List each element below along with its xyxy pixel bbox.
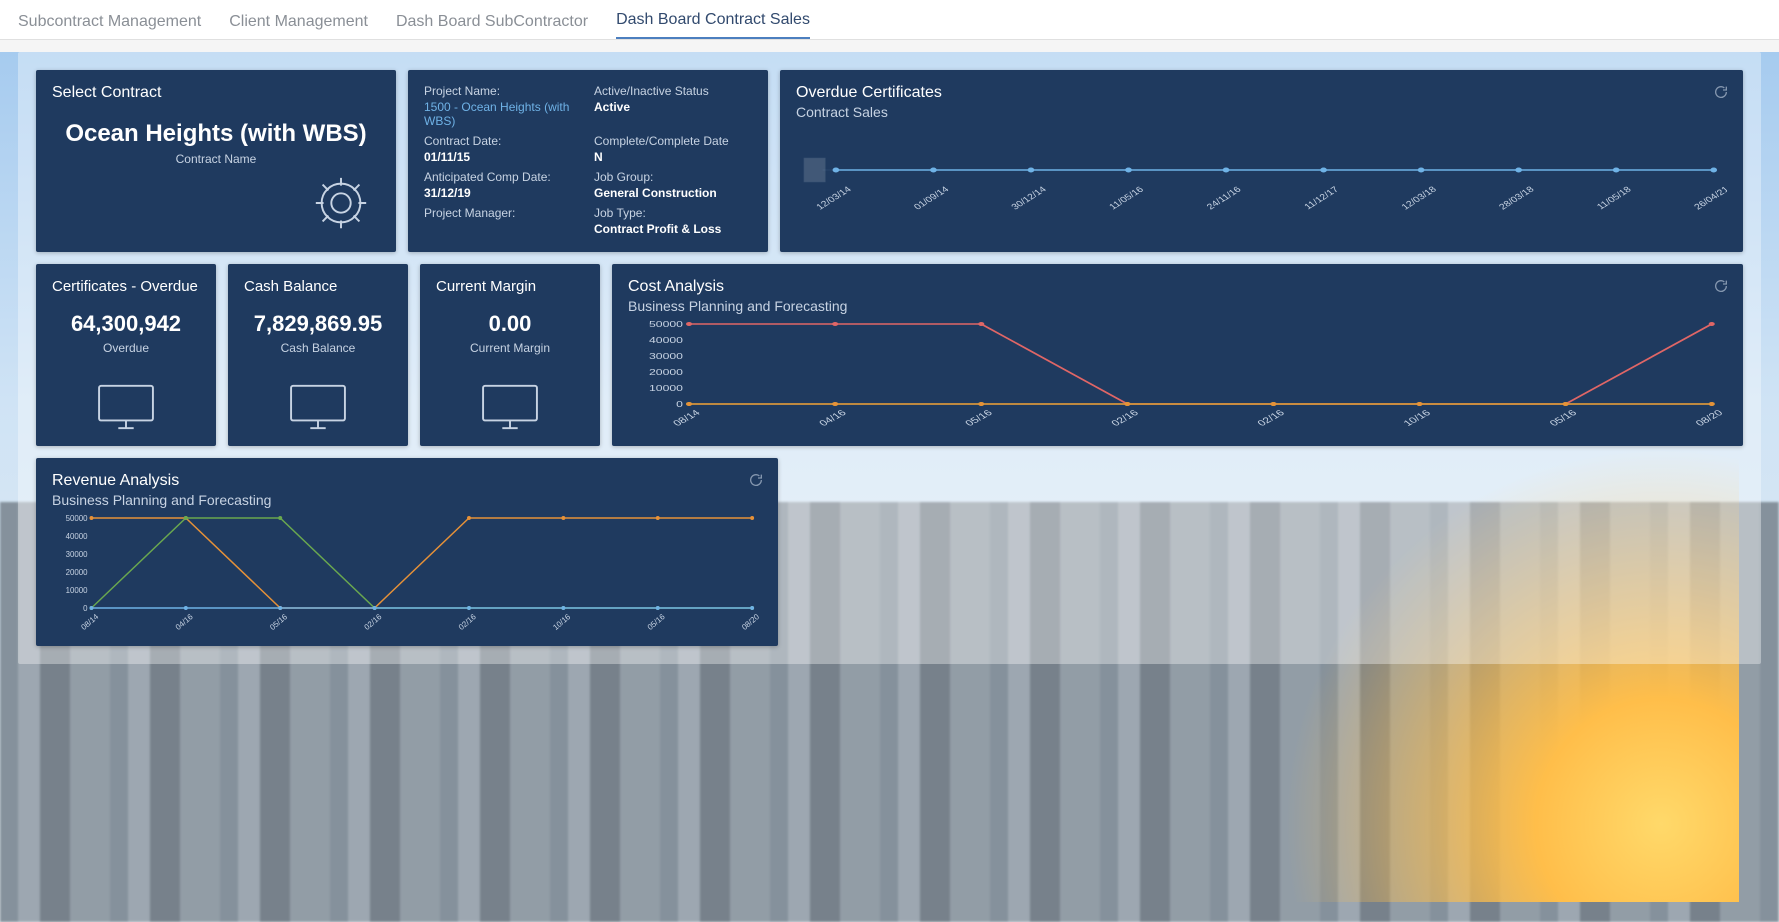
job-type-label: Job Type: — [594, 206, 752, 220]
overdue-cert-subtitle: Contract Sales — [796, 104, 1727, 120]
svg-text:12/03/14: 12/03/14 — [814, 184, 854, 211]
revenue-analysis-chart: 0 10000 20000 30000 40000 50000 08/14 04/16 05/1… — [52, 514, 762, 634]
revenue-subtitle: Business Planning and Forecasting — [52, 492, 762, 508]
contract-name-label: Contract Name — [52, 152, 380, 166]
svg-text:10/16: 10/16 — [551, 612, 572, 632]
svg-text:04/16: 04/16 — [174, 612, 195, 632]
svg-text:10000: 10000 — [649, 385, 683, 394]
svg-text:40000: 40000 — [66, 532, 88, 541]
svg-text:05/16: 05/16 — [963, 409, 995, 429]
select-contract-card[interactable]: Select Contract Ocean Heights (with WBS)… — [36, 70, 396, 252]
svg-text:05/16: 05/16 — [646, 612, 667, 632]
kpi-overdue-sub: Overdue — [52, 341, 200, 355]
gear-icon[interactable] — [310, 172, 372, 234]
svg-text:30/12/14: 30/12/14 — [1009, 184, 1049, 211]
svg-text:10000: 10000 — [66, 586, 88, 595]
svg-text:30000: 30000 — [649, 353, 683, 362]
active-status-value: Active — [594, 100, 752, 114]
tab-subcontract-management[interactable]: Subcontract Management — [18, 5, 201, 39]
svg-text:02/16: 02/16 — [1110, 409, 1142, 429]
svg-text:08/14: 08/14 — [671, 409, 703, 429]
contract-name: Ocean Heights (with WBS) — [52, 120, 380, 148]
monitor-icon — [95, 382, 157, 432]
tab-dash-board-subcontractor[interactable]: Dash Board SubContractor — [396, 5, 588, 39]
monitor-icon — [479, 382, 541, 432]
svg-text:02/16: 02/16 — [1256, 409, 1288, 429]
kpi-cash-sub: Cash Balance — [244, 341, 392, 355]
overdue-cert-title: Overdue Certificates — [796, 84, 1727, 102]
svg-text:11/05/18: 11/05/18 — [1594, 184, 1633, 211]
refresh-icon[interactable] — [748, 472, 764, 488]
svg-text:0: 0 — [83, 604, 88, 613]
kpi-cash-value: 7,829,869.95 — [244, 311, 392, 337]
svg-text:02/16: 02/16 — [363, 612, 384, 632]
cost-analysis-card: Cost Analysis Business Planning and Fore… — [612, 264, 1743, 446]
kpi-overdue-title: Certificates - Overdue — [52, 278, 200, 295]
kpi-margin-value: 0.00 — [436, 311, 584, 337]
tab-bar: Subcontract Management Client Management D… — [0, 0, 1779, 40]
svg-text:11/05/16: 11/05/16 — [1106, 184, 1145, 211]
svg-text:50000: 50000 — [66, 514, 88, 523]
row-1: Select Contract Ocean Heights (with WBS)… — [36, 70, 1743, 252]
monitor-icon — [287, 382, 349, 432]
contract-date-label: Contract Date: — [424, 134, 582, 148]
kpi-cash-card[interactable]: Cash Balance 7,829,869.95 Cash Balance — [228, 264, 408, 446]
refresh-icon[interactable] — [1713, 84, 1729, 100]
revenue-title: Revenue Analysis — [52, 472, 762, 490]
dashboard-panel: Select Contract Ocean Heights (with WBS)… — [18, 52, 1761, 664]
project-info-card: Project Name: 1500 - Ocean Heights (with… — [408, 70, 768, 252]
revenue-analysis-card: Revenue Analysis Business Planning and F… — [36, 458, 778, 646]
pm-label: Project Manager: — [424, 206, 582, 220]
tab-dash-board-contract-sales[interactable]: Dash Board Contract Sales — [616, 3, 810, 39]
cost-analysis-subtitle: Business Planning and Forecasting — [628, 298, 1727, 314]
kpi-margin-sub: Current Margin — [436, 341, 584, 355]
svg-text:12/03/18: 12/03/18 — [1399, 184, 1439, 211]
overdue-cert-chart: 12/03/14 01/09/14 30/12/14 11/05/16 24/11/16… — [796, 130, 1727, 230]
svg-text:0: 0 — [676, 401, 683, 410]
svg-text:20000: 20000 — [649, 369, 683, 378]
kpi-cash-title: Cash Balance — [244, 278, 392, 295]
overdue-certificates-card: Overdue Certificates Contract Sales 12/0… — [780, 70, 1743, 252]
svg-text:02/16: 02/16 — [457, 612, 478, 632]
dashboard-background: Select Contract Ocean Heights (with WBS)… — [0, 52, 1779, 922]
svg-text:50000: 50000 — [649, 321, 683, 330]
refresh-icon[interactable] — [1713, 278, 1729, 294]
select-contract-title: Select Contract — [52, 84, 380, 102]
svg-text:11/12/17: 11/12/17 — [1301, 184, 1340, 211]
row-3: Revenue Analysis Business Planning and F… — [36, 458, 1743, 646]
svg-text:20000: 20000 — [66, 568, 88, 577]
kpi-margin-title: Current Margin — [436, 278, 584, 295]
contract-date-value: 01/11/15 — [424, 150, 582, 164]
complete-date-value: N — [594, 150, 752, 164]
active-status-label: Active/Inactive Status — [594, 84, 752, 98]
svg-text:24/11/16: 24/11/16 — [1204, 184, 1243, 211]
anticipated-value: 31/12/19 — [424, 186, 582, 200]
svg-text:04/16: 04/16 — [817, 409, 849, 429]
svg-text:26/04/21: 26/04/21 — [1691, 184, 1727, 211]
svg-text:05/16: 05/16 — [268, 612, 289, 632]
svg-text:05/16: 05/16 — [1548, 409, 1580, 429]
job-type-value: Contract Profit & Loss — [594, 222, 752, 236]
svg-text:08/20: 08/20 — [1694, 409, 1726, 429]
svg-text:40000: 40000 — [649, 337, 683, 346]
svg-text:08/20: 08/20 — [740, 612, 761, 632]
project-name-label: Project Name: — [424, 84, 582, 98]
svg-text:08/14: 08/14 — [79, 612, 100, 632]
cost-analysis-chart: 0 10000 20000 30000 40000 50000 08/14 04/16 05/1… — [628, 320, 1727, 430]
svg-text:30000: 30000 — [66, 550, 88, 559]
job-group-value: General Construction — [594, 186, 752, 200]
anticipated-label: Anticipated Comp Date: — [424, 170, 582, 184]
svg-text:28/03/18: 28/03/18 — [1496, 184, 1536, 211]
svg-text:01/09/14: 01/09/14 — [911, 184, 951, 211]
kpi-overdue-value: 64,300,942 — [52, 311, 200, 337]
cost-analysis-title: Cost Analysis — [628, 278, 1727, 296]
job-group-label: Job Group: — [594, 170, 752, 184]
kpi-margin-card[interactable]: Current Margin 0.00 Current Margin — [420, 264, 600, 446]
project-name-link[interactable]: 1500 - Ocean Heights (with WBS) — [424, 100, 582, 128]
tab-client-management[interactable]: Client Management — [229, 5, 368, 39]
kpi-overdue-card[interactable]: Certificates - Overdue 64,300,942 Overdu… — [36, 264, 216, 446]
row-2: Certificates - Overdue 64,300,942 Overdu… — [36, 264, 1743, 446]
complete-date-label: Complete/Complete Date — [594, 134, 752, 148]
svg-text:10/16: 10/16 — [1402, 409, 1434, 429]
